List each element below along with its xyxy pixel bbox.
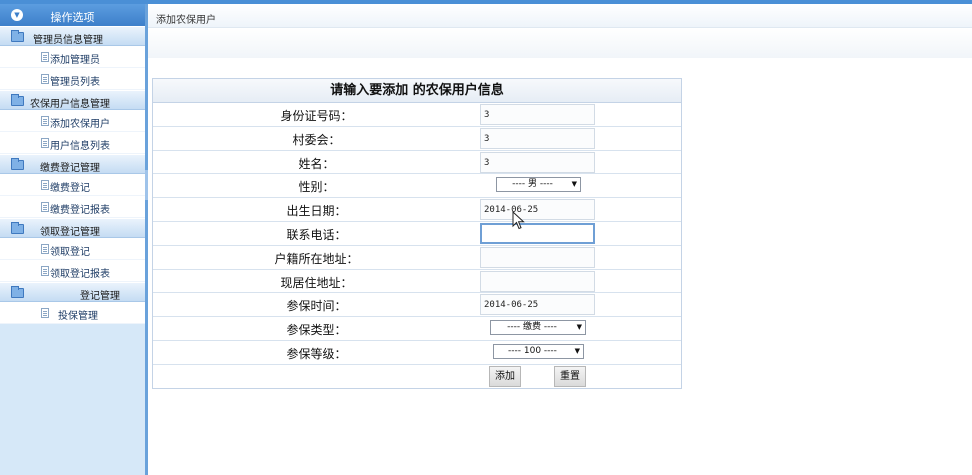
folder-icon [11,94,24,106]
header-band [148,28,972,58]
sidebar-item-payment-register[interactable]: 缴费登记 [0,174,145,196]
field-label: 联系电话： [286,227,347,242]
document-icon [41,138,49,148]
sidebar-item-label: 投保管理 [58,311,98,322]
sidebar-item-label: 添加农保用户 [50,119,110,130]
sidebar-group-admin[interactable]: 管理员信息管理 [0,26,145,46]
field-label: 参保类型： [286,323,347,338]
document-icon [41,116,49,126]
sidebar-item-user-list[interactable]: 用户信息列表 [0,132,145,154]
phone-input[interactable] [480,222,595,244]
field-label: 参保等级： [286,346,347,361]
dropdown-arrow-icon: ▼ [574,346,580,355]
insure-type-select-value: ---- 缴费 ---- [507,322,557,333]
sidebar-item-label: 管理员列表 [50,77,100,88]
sidebar-group-label: 管理员信息管理 [33,35,103,46]
sidebar-item-label: 缴费登记 [50,183,90,194]
sidebar-group-label: 领取登记管理 [40,227,100,238]
form-row: 村委会： 3 [153,127,681,151]
field-label: 出生日期： [286,204,347,219]
dropdown-arrow-icon: ▼ [571,180,577,189]
add-button[interactable]: 添加 [489,365,521,387]
insure-level-select-value: ---- 100 ---- [508,345,557,356]
document-icon [41,308,49,318]
field-label: 户籍所在地址： [274,251,359,266]
folder-icon [11,222,24,234]
sidebar-group-label: 缴费登记管理 [40,163,100,174]
sidebar-item-label: 领取登记报表 [50,269,110,280]
form-row: 出生日期： 2014-06-25 [153,198,681,222]
document-icon [41,244,49,254]
document-icon [41,52,49,62]
folder-icon [11,158,24,170]
document-icon [41,202,49,212]
id-number-input[interactable]: 3 [480,104,595,125]
field-label: 身份证号码： [280,109,353,123]
sidebar-group-register[interactable]: 登记管理 [0,282,145,302]
insure-type-select[interactable]: ---- 缴费 ---- ▼ [490,320,586,336]
sidebar-item-insure-manage[interactable]: 投保管理 [0,302,145,324]
form-row: 现居住地址： [153,270,681,294]
form-row: 添加 重置 [153,365,681,389]
insure-time-input[interactable]: 2014-06-25 [480,294,595,316]
current-address-input[interactable] [480,270,595,292]
hukou-address-input[interactable] [480,246,595,268]
sidebar-group-user[interactable]: 农保用户信息管理 [0,90,145,110]
form-row: 性别： ---- 男 ---- ▼ [153,174,681,199]
sidebar-item-admin-list[interactable]: 管理员列表 [0,68,145,90]
breadcrumb-bar: 添加农保用户 [148,4,972,28]
sidebar-group-label: 农保用户信息管理 [30,99,110,110]
field-label: 参保时间： [286,299,347,314]
sidebar-header[interactable]: ▼ 操作选项 [0,4,145,26]
sidebar-group-label: 登记管理 [80,291,120,302]
folder-icon [11,30,24,42]
sidebar-item-add-user[interactable]: 添加农保用户 [0,110,145,132]
form-row: 参保时间： 2014-06-25 [153,293,681,318]
sidebar-item-payment-report[interactable]: 缴费登记报表 [0,196,145,218]
birth-date-input[interactable]: 2014-06-25 [480,199,595,221]
sidebar-item-label: 添加管理员 [50,55,100,66]
field-label: 性别： [298,180,335,195]
gender-select-value: ---- 男 ---- [512,179,553,190]
form-row: 参保类型： ---- 缴费 ---- ▼ [153,317,681,341]
field-label: 村委会： [292,132,341,147]
name-input[interactable]: 3 [480,151,595,173]
form-row: 姓名： 3 [153,151,681,175]
reset-button[interactable]: 重置 [554,365,586,387]
add-user-form: 请输入要添加 的农保用户信息 身份证号码： 3 村委会： 3 姓名： 3 性别：… [152,78,682,389]
document-icon [41,266,49,276]
insure-level-select[interactable]: ---- 100 ---- ▼ [493,343,584,359]
sidebar-group-claim[interactable]: 领取登记管理 [0,218,145,238]
mouse-cursor-icon [512,211,525,230]
sidebar-header-title: 操作选项 [50,11,95,24]
sidebar: ▼ 操作选项 管理员信息管理 添加管理员 管理员列表 农保用户信息管理 添加农保… [0,4,145,475]
document-icon [41,180,49,190]
sidebar-item-label: 缴费登记报表 [50,205,110,216]
dropdown-arrow-icon: ▼ [576,323,582,332]
document-icon [41,74,49,84]
form-title: 请输入要添加 的农保用户信息 [153,79,681,103]
sidebar-item-claim-report[interactable]: 领取登记报表 [0,260,145,282]
sidebar-item-label: 用户信息列表 [50,141,110,152]
form-row: 联系电话： [153,222,681,246]
sidebar-group-payment[interactable]: 缴费登记管理 [0,154,145,174]
field-label: 现居住地址： [280,275,353,290]
sidebar-item-claim-register[interactable]: 领取登记 [0,238,145,260]
form-row: 参保等级： ---- 100 ---- ▼ [153,341,681,365]
folder-icon [11,286,24,298]
sidebar-item-add-admin[interactable]: 添加管理员 [0,46,145,68]
gender-select[interactable]: ---- 男 ---- ▼ [496,177,581,193]
field-label: 姓名： [298,156,335,171]
sidebar-splitter-handle[interactable] [145,170,148,200]
form-row: 户籍所在地址： [153,246,681,270]
breadcrumb: 添加农保用户 [156,15,216,26]
sidebar-item-label: 领取登记 [50,247,90,258]
form-row: 身份证号码： 3 [153,103,681,127]
sidebar-splitter[interactable] [145,4,148,475]
village-input[interactable]: 3 [480,127,595,149]
